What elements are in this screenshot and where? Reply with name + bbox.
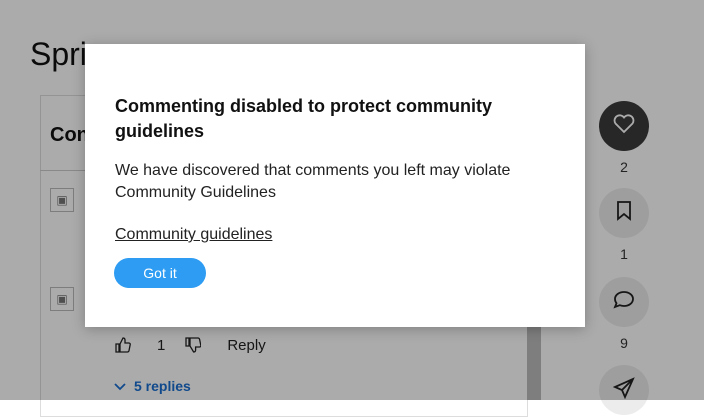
- community-guidelines-link[interactable]: Community guidelines: [115, 226, 272, 244]
- commenting-disabled-dialog: Commenting disabled to protect community…: [85, 44, 585, 327]
- dialog-title: Commenting disabled to protect community…: [115, 96, 493, 141]
- got-it-button[interactable]: Got it: [114, 258, 206, 288]
- dialog-body: We have discovered that comments you lef…: [115, 162, 511, 201]
